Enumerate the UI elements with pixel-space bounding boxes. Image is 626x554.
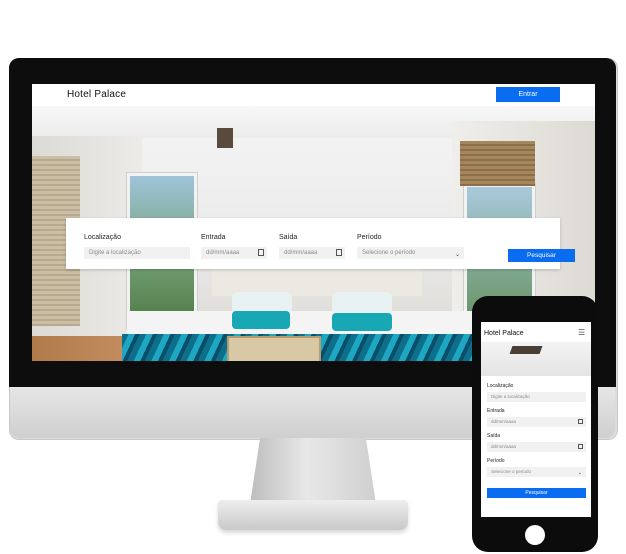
hero-blind-right (460, 141, 535, 186)
mobile-checkin-placeholder: dd/mm/aaaa (491, 419, 517, 424)
mobile-checkout-placeholder: dd/mm/aaaa (491, 444, 517, 449)
desktop-header: Hotel Palace Entrar (32, 84, 595, 106)
location-label: Localização (84, 234, 121, 241)
phone-home-button[interactable] (525, 525, 545, 545)
mobile-site-brand[interactable]: Hotel Palace (484, 330, 524, 337)
calendar-icon[interactable] (336, 249, 342, 256)
hero-tray (227, 336, 321, 361)
location-input[interactable]: Digite a localização (84, 247, 190, 259)
mobile-hero-fan-blade (509, 346, 543, 354)
chevron-down-icon: ⌄ (577, 470, 582, 476)
mobile-period-select[interactable]: Selecione o período ⌄ (487, 467, 586, 477)
calendar-icon[interactable] (578, 444, 583, 449)
checkin-label: Entrada (201, 234, 226, 241)
checkin-placeholder: dd/mm/aaaa (206, 250, 240, 256)
mobile-checkout-input[interactable]: dd/mm/aaaa (487, 442, 586, 452)
search-form: Localização Digite a localização Entrada… (66, 218, 575, 269)
hero-bed-throw (122, 334, 522, 361)
period-selected-value: Selecione o período (362, 250, 416, 256)
checkout-input[interactable]: dd/mm/aaaa (279, 247, 345, 259)
period-label: Período (357, 234, 382, 241)
hero-pillow (332, 292, 392, 314)
calendar-icon[interactable] (258, 249, 264, 256)
login-button[interactable]: Entrar (496, 87, 560, 102)
hamburger-menu-icon[interactable]: ☰ (578, 328, 585, 337)
mobile-checkin-input[interactable]: dd/mm/aaaa (487, 417, 586, 427)
checkout-label: Saída (279, 234, 298, 241)
checkin-input[interactable]: dd/mm/aaaa (201, 247, 267, 259)
period-select[interactable]: Selecione o período ⌄ (357, 247, 464, 259)
mobile-checkin-label: Entrada (487, 408, 505, 414)
mobile-period-label: Período (487, 458, 505, 464)
monitor-stand-base (218, 500, 408, 530)
mobile-search-button[interactable]: Pesquisar (487, 488, 586, 498)
mobile-screen: Hotel Palace ☰ Localização Digite a loca… (481, 322, 591, 517)
mobile-location-label: Localização (487, 383, 514, 389)
calendar-icon[interactable] (578, 419, 583, 424)
hero-fan-blade (217, 128, 233, 148)
site-brand[interactable]: Hotel Palace (67, 89, 126, 100)
mobile-checkout-label: Saída (487, 433, 501, 439)
checkout-placeholder: dd/mm/aaaa (284, 250, 318, 256)
hero-towel (332, 313, 392, 331)
hero-towel (232, 311, 290, 329)
search-button[interactable]: Pesquisar (508, 249, 575, 262)
mobile-location-input[interactable]: Digite a localização (487, 392, 586, 402)
monitor-stand-neck (250, 438, 376, 504)
chevron-down-icon: ⌄ (454, 252, 460, 258)
mobile-period-selected-value: Selecione o período (491, 469, 532, 474)
